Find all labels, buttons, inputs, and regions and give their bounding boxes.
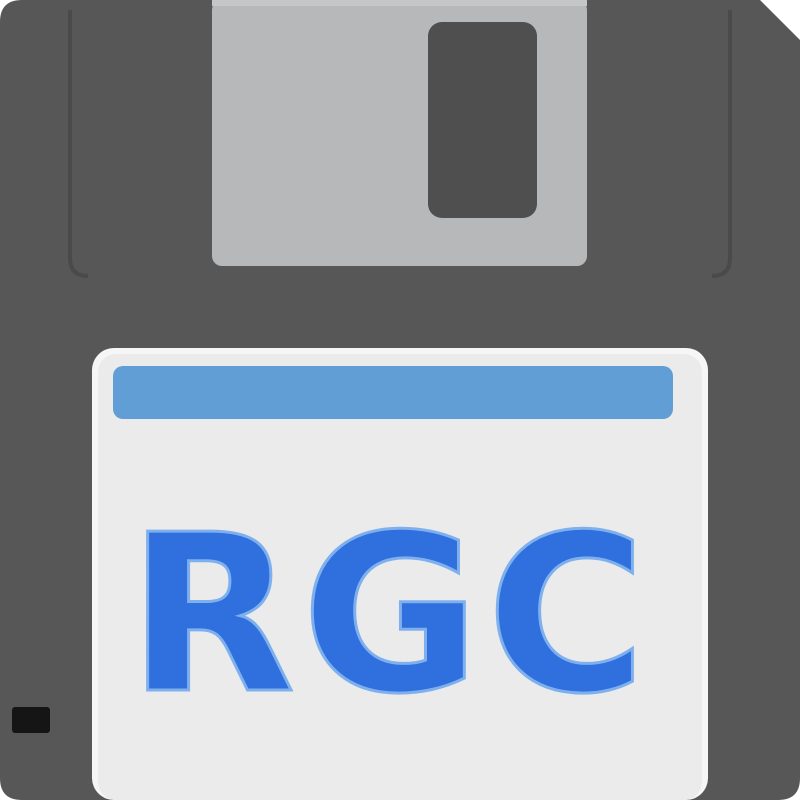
shutter-window bbox=[428, 22, 537, 218]
label-stripe bbox=[113, 366, 673, 419]
label-logo-text: RGC bbox=[128, 489, 653, 742]
floppy-disk-graphic: RGC bbox=[0, 0, 800, 800]
floppy-disk-icon: RGC bbox=[0, 0, 800, 800]
shutter-highlight bbox=[212, 0, 587, 6]
write-protect-tab bbox=[12, 707, 50, 733]
